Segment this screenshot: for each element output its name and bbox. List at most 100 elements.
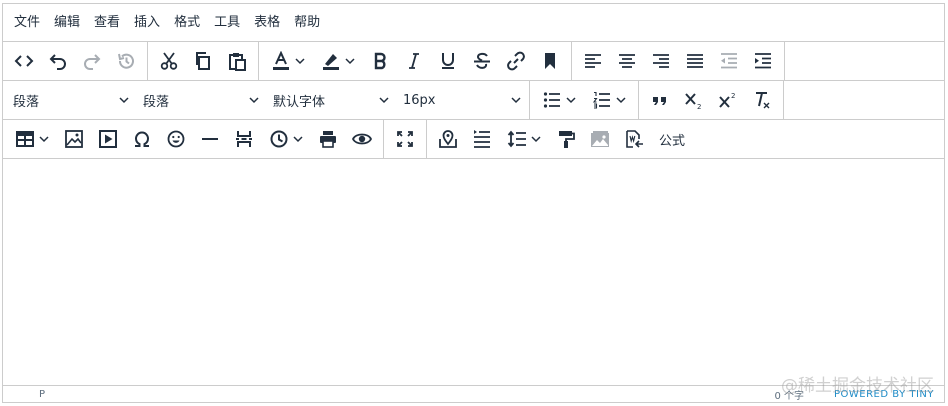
insert-image-button[interactable] [57, 122, 91, 156]
subscript-icon: 2 [685, 93, 701, 110]
format-painter-button[interactable] [549, 122, 583, 156]
image-gallery-button[interactable] [583, 122, 617, 156]
cut-button[interactable] [152, 44, 186, 78]
insert-media-button[interactable] [91, 122, 125, 156]
font-size-value: 16px [403, 92, 436, 108]
menu-view[interactable]: 查看 [87, 9, 127, 37]
toolbar-group-script: 2 2 [639, 81, 784, 119]
fullscreen-button[interactable] [388, 122, 422, 156]
redo-icon [84, 54, 101, 70]
indent-button[interactable] [746, 44, 780, 78]
font-family-select[interactable]: 默认字体 [265, 83, 395, 117]
paint-roller-icon [559, 131, 575, 148]
line-height-button[interactable] [499, 122, 549, 156]
chevron-down-icon [566, 97, 576, 104]
chevron-down-icon [531, 136, 541, 143]
page-break-icon [236, 131, 252, 147]
menu-insert[interactable]: 插入 [127, 9, 167, 37]
toolbar-group-view [384, 120, 427, 158]
word-import-icon [626, 130, 643, 148]
insert-datetime-button[interactable] [261, 122, 311, 156]
formula-button[interactable]: 公式 [651, 122, 693, 156]
paste-button[interactable] [220, 44, 254, 78]
menu-file[interactable]: 文件 [7, 9, 47, 37]
clipboard-icon [229, 53, 246, 71]
copy-button[interactable] [186, 44, 220, 78]
menu-tools[interactable]: 工具 [207, 9, 247, 37]
media-icon [99, 130, 117, 148]
horizontal-line-icon [202, 138, 218, 140]
toolbar-group-clipboard [148, 42, 259, 80]
page-break-button[interactable] [227, 122, 261, 156]
menu-help[interactable]: 帮助 [287, 9, 327, 37]
image-map-button[interactable] [431, 122, 465, 156]
powered-by-link[interactable]: POWERED BY TINY [834, 389, 934, 400]
numbered-list-icon [592, 91, 610, 109]
print-button[interactable] [311, 122, 345, 156]
align-left-button[interactable] [576, 44, 610, 78]
clear-formatting-button[interactable] [745, 83, 779, 117]
bookmark-button[interactable] [533, 44, 567, 78]
restore-draft-button[interactable] [109, 44, 143, 78]
redo-button[interactable] [75, 44, 109, 78]
source-code-button[interactable] [7, 44, 41, 78]
chevron-down-icon [293, 136, 303, 143]
menu-format[interactable]: 格式 [167, 9, 207, 37]
text-color-button[interactable] [263, 44, 313, 78]
align-justify-button[interactable] [678, 44, 712, 78]
subscript-button[interactable]: 2 [677, 83, 711, 117]
bookmark-icon [545, 53, 555, 69]
line-height-icon [507, 130, 526, 148]
italic-button[interactable] [397, 44, 431, 78]
chevron-down-icon [345, 58, 355, 65]
chevron-down-icon [511, 97, 521, 104]
chevron-down-icon [119, 97, 129, 104]
horizontal-rule-button[interactable] [193, 122, 227, 156]
image-icon [65, 130, 83, 148]
outdent-button[interactable] [712, 44, 746, 78]
blockquote-button[interactable] [643, 83, 677, 117]
indent-first-line-button[interactable] [465, 122, 499, 156]
font-size-select[interactable]: 16px [395, 83, 527, 117]
toolbar-row-1 [3, 42, 944, 81]
table-button[interactable] [7, 122, 57, 156]
line-indent-icon [474, 130, 490, 148]
superscript-button[interactable]: 2 [711, 83, 745, 117]
element-path[interactable]: P [3, 389, 45, 400]
paragraph-style-select[interactable]: 段落 [135, 83, 265, 117]
chevron-down-icon [249, 97, 259, 104]
menubar: 文件 编辑 查看 插入 格式 工具 表格 帮助 [3, 4, 944, 42]
numbered-list-button[interactable] [584, 83, 634, 117]
insert-link-button[interactable] [499, 44, 533, 78]
clear-format-icon [756, 92, 770, 109]
toolbar-group-selects: 段落 段落 默认字体 16px [3, 81, 530, 119]
gallery-icon [591, 131, 609, 147]
word-count[interactable]: 0 个字 [774, 387, 804, 402]
special-character-button[interactable] [125, 122, 159, 156]
import-word-button[interactable] [617, 122, 651, 156]
menu-edit[interactable]: 编辑 [47, 9, 87, 37]
superscript-icon: 2 [719, 92, 735, 108]
block-format-value: 段落 [13, 94, 40, 110]
toolbar-row-2: 段落 段落 默认字体 16px 2 2 [3, 81, 944, 120]
strikethrough-button[interactable] [465, 44, 499, 78]
text-color-icon [273, 51, 289, 70]
highlight-color-button[interactable] [313, 44, 363, 78]
toolbar-group-align [572, 42, 785, 80]
toolbar-group-insert [3, 120, 384, 158]
menu-table[interactable]: 表格 [247, 9, 287, 37]
editor-content-area[interactable] [3, 159, 944, 383]
align-center-button[interactable] [610, 44, 644, 78]
bold-icon [374, 52, 386, 70]
bullet-list-button[interactable] [534, 83, 584, 117]
chevron-down-icon [39, 136, 49, 143]
preview-button[interactable] [345, 122, 379, 156]
align-right-button[interactable] [644, 44, 678, 78]
align-left-icon [585, 54, 601, 68]
underline-button[interactable] [431, 44, 465, 78]
map-pin-icon [439, 130, 457, 148]
emoticons-button[interactable] [159, 122, 193, 156]
block-format-select[interactable]: 段落 [5, 83, 135, 117]
bold-button[interactable] [363, 44, 397, 78]
undo-button[interactable] [41, 44, 75, 78]
